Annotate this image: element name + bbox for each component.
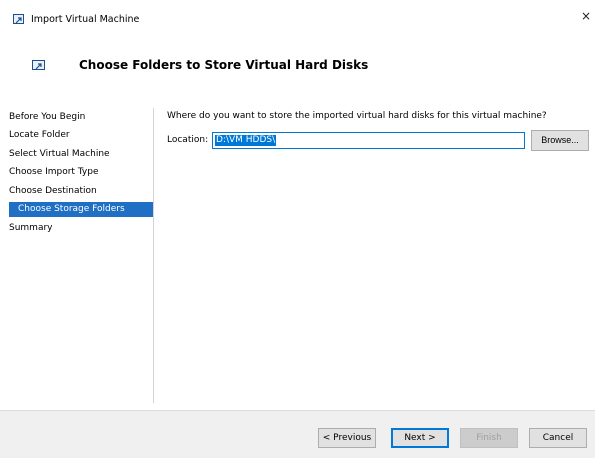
close-icon[interactable]: × [581,6,595,26]
nav-item-summary[interactable]: Summary [0,221,144,236]
browse-button[interactable]: Browse... [531,130,589,151]
wizard-body: Before You Begin Locate Folder Select Vi… [0,92,595,410]
nav-item-choose-import-type[interactable]: Choose Import Type [0,165,144,180]
import-vm-icon [13,14,24,24]
nav-separator [153,108,154,403]
location-label: Location: [167,135,209,145]
finish-button[interactable]: Finish [460,428,518,448]
nav-item-choose-destination[interactable]: Choose Destination [0,184,144,199]
page-header: Choose Folders to Store Virtual Hard Dis… [0,28,595,92]
storage-question: Where do you want to store the imported … [167,111,547,121]
page-title: Choose Folders to Store Virtual Hard Dis… [79,58,369,72]
previous-button[interactable]: < Previous [318,428,376,448]
nav-item-locate-folder[interactable]: Locate Folder [0,128,144,143]
location-value: D:\VM HDDS\ [215,135,277,146]
nav-item-select-virtual-machine[interactable]: Select Virtual Machine [0,147,144,162]
cancel-button[interactable]: Cancel [529,428,587,448]
title-bar: Import Virtual Machine × [0,0,595,28]
import-vm-icon [32,60,45,70]
location-input[interactable]: D:\VM HDDS\ [212,132,525,149]
window-title: Import Virtual Machine [31,14,140,25]
next-button[interactable]: Next > [391,428,449,448]
nav-item-before-you-begin[interactable]: Before You Begin [0,110,144,125]
nav-item-choose-storage-folders[interactable]: Choose Storage Folders [9,202,153,217]
wizard-footer: < Previous Next > Finish Cancel [0,410,595,458]
